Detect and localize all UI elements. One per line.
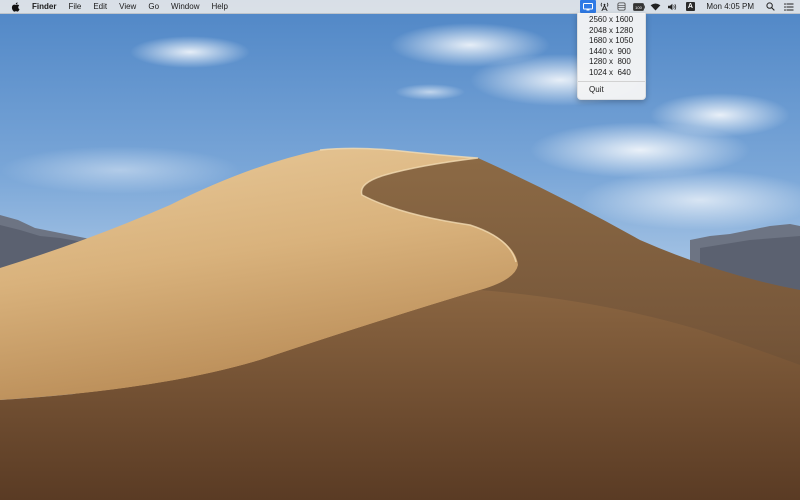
display-icon[interactable]: [580, 0, 597, 13]
network-tower-icon[interactable]: [596, 0, 613, 13]
menu-edit[interactable]: Edit: [87, 0, 113, 13]
app-menu-finder[interactable]: Finder: [26, 0, 62, 13]
menu-window[interactable]: Window: [165, 0, 205, 13]
menu-view[interactable]: View: [113, 0, 142, 13]
spotlight-search-icon[interactable]: [762, 0, 778, 13]
resolution-dropdown-menu: 2560 x 1600 2048 x 1280 1680 x 1050 1440…: [577, 13, 646, 100]
quit-menu-item[interactable]: Quit: [578, 85, 645, 96]
volume-icon[interactable]: [663, 0, 680, 13]
resolution-menu-item[interactable]: 2560 x 1600: [578, 15, 645, 26]
desktop-wallpaper: [0, 0, 800, 500]
input-source-icon[interactable]: A: [680, 0, 700, 13]
resolution-menu-item[interactable]: 1680 x 1050: [578, 36, 645, 47]
vpn-icon[interactable]: [613, 0, 630, 13]
resolution-menu-item[interactable]: 1280 x 800: [578, 57, 645, 68]
battery-icon[interactable]: 100: [630, 0, 647, 13]
wifi-icon[interactable]: [647, 0, 663, 13]
battery-label: 100: [635, 4, 642, 9]
menu-bar-clock[interactable]: Mon 4:05 PM: [700, 0, 762, 13]
menu-bar: Finder File Edit View Go Window Help 100…: [0, 0, 800, 14]
menu-bar-left: Finder File Edit View Go Window Help: [0, 0, 234, 13]
input-source-label: A: [685, 2, 695, 11]
notification-center-icon[interactable]: [778, 0, 800, 13]
desert-dune-wallpaper: [0, 0, 800, 500]
resolution-menu-item[interactable]: 2048 x 1280: [578, 26, 645, 37]
resolution-menu-item[interactable]: 1024 x 640: [578, 68, 645, 79]
menu-help[interactable]: Help: [205, 0, 233, 13]
apple-logo-icon[interactable]: [10, 0, 26, 13]
menu-go[interactable]: Go: [142, 0, 165, 13]
menu-separator: [578, 81, 645, 82]
menu-bar-status-area: 100 A Mon 4:05 PM: [580, 0, 800, 13]
menu-file[interactable]: File: [62, 0, 87, 13]
resolution-menu-item[interactable]: 1440 x 900: [578, 47, 645, 58]
